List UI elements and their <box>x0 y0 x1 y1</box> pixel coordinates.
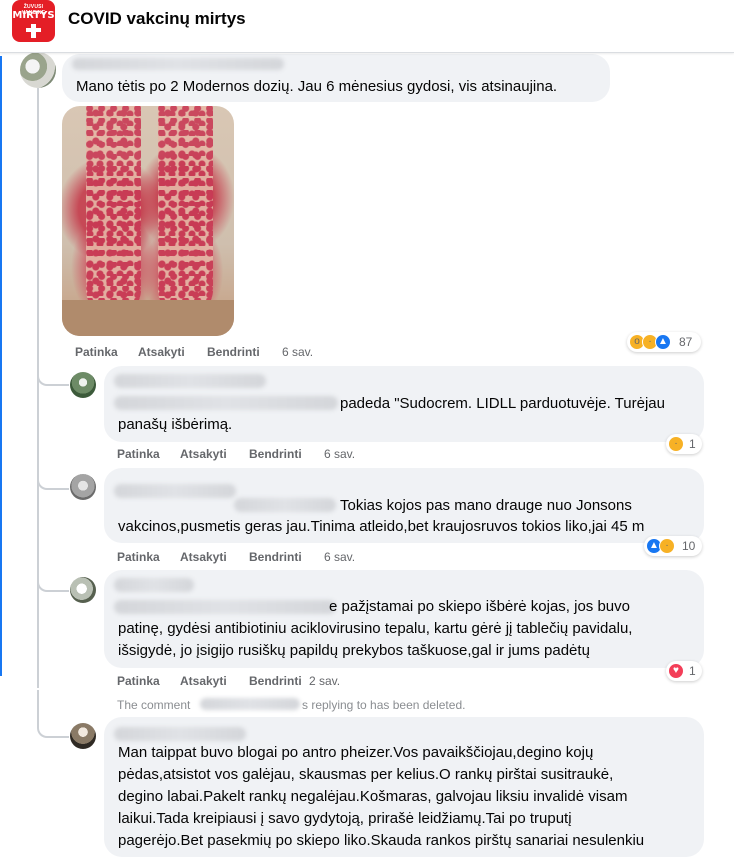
blurred-author-name[interactable] <box>114 578 194 592</box>
comment-actions: Patinka Atsakyti Bendrinti 6 sav. <box>117 447 417 463</box>
blurred-name <box>200 698 300 710</box>
reaction-summary[interactable]: · 1 <box>666 434 702 454</box>
reply-button[interactable]: Atsakyti <box>180 447 227 461</box>
thread-line <box>37 88 39 688</box>
reaction-count: 1 <box>689 664 696 678</box>
comment-text: degino labai.Pakelt rankų negalėjau.Košm… <box>118 788 628 805</box>
reaction-summary[interactable]: ▲ · 10 <box>644 536 702 556</box>
blurred-author-name[interactable] <box>72 58 284 70</box>
comment-bubble: Man taippat buvo blogai po antro pheizer… <box>104 717 704 857</box>
comment-text: e pažįstamai po skiepo išbėrė kojas, jos… <box>329 598 630 615</box>
comment-text: laikui.Tada kreipiausi į savo gydytoją, … <box>118 810 572 827</box>
reaction-summary[interactable]: o · ▲ 87 <box>627 332 701 352</box>
blurred-author-name[interactable] <box>114 727 246 741</box>
reply-button[interactable]: Atsakyti <box>138 345 185 359</box>
sad-icon: · <box>668 436 684 452</box>
share-button[interactable]: Bendrinti <box>249 550 302 564</box>
comment-time[interactable]: 2 sav. <box>309 674 340 688</box>
reply-button[interactable]: Atsakyti <box>180 674 227 688</box>
photo-leg <box>158 106 213 316</box>
comment-text: patinę, gydėsi antibiotiniu aciklovirusi… <box>118 620 633 637</box>
like-icon: ▲ <box>655 334 671 350</box>
group-header: ŽUVUSI VAKCINE MIRTYS COVID vakcinų mirt… <box>0 0 734 53</box>
share-button[interactable]: Bendrinti <box>249 447 302 461</box>
thread-hook <box>37 690 69 738</box>
deleted-notice-suffix: s replying to has been deleted. <box>302 698 466 712</box>
avatar[interactable] <box>70 474 96 500</box>
like-button[interactable]: Patinka <box>117 674 160 688</box>
blurred-author-name[interactable] <box>114 374 266 388</box>
reaction-count: 10 <box>682 539 696 553</box>
avatar[interactable] <box>70 372 96 398</box>
share-button[interactable]: Bendrinti <box>249 674 302 688</box>
group-title[interactable]: COVID vakcinų mirtys <box>68 9 246 29</box>
comment-bubble: padeda "Sudocrem. LIDLL parduotuvėje. Tu… <box>104 366 704 442</box>
comment-bubble: e pažįstamai po skiepo išbėrė kojas, jos… <box>104 570 704 668</box>
comment-time[interactable]: 6 sav. <box>282 345 313 359</box>
logo-main-text: MIRTYS <box>12 10 55 21</box>
reply-button[interactable]: Atsakyti <box>180 550 227 564</box>
comment-bubble: Mano tėtis po 2 Modernos dozių. Jau 6 mė… <box>62 54 610 102</box>
avatar[interactable] <box>20 52 56 88</box>
comment-actions: Patinka Atsakyti Bendrinti 2 sav. <box>117 674 417 690</box>
reaction-summary[interactable]: ♥ 1 <box>666 661 702 681</box>
sad-icon: · <box>659 538 675 554</box>
like-button[interactable]: Patinka <box>117 447 160 461</box>
reaction-count: 87 <box>679 335 693 349</box>
comment-actions: Patinka Atsakyti Bendrinti 6 sav. <box>75 345 375 361</box>
like-button[interactable]: Patinka <box>75 345 118 359</box>
comment-time[interactable]: 6 sav. <box>324 447 355 461</box>
comment-text: išsigydė, jo įsigijo rusiškų papildų pre… <box>118 642 590 659</box>
photo-leg <box>86 106 141 316</box>
comment-text: pėdas,atsistot vos galėjau, skausmas per… <box>118 766 614 783</box>
comment-text: Man taippat buvo blogai po antro pheizer… <box>118 744 594 761</box>
group-logo[interactable]: ŽUVUSI VAKCINE MIRTYS <box>12 0 55 42</box>
thread-highlight <box>0 56 2 676</box>
like-button[interactable]: Patinka <box>117 550 160 564</box>
blurred-text <box>234 498 336 512</box>
love-icon: ♥ <box>668 663 684 679</box>
blurred-text <box>114 396 338 410</box>
comment-text: Tokias kojos pas mano drauge nuo Jonsons <box>340 497 632 514</box>
comment-time[interactable]: 6 sav. <box>324 550 355 564</box>
avatar[interactable] <box>70 577 96 603</box>
photo-floor <box>62 300 234 336</box>
comment-text: padeda "Sudocrem. LIDLL parduotuvėje. Tu… <box>340 395 665 412</box>
thread-hook <box>37 560 69 592</box>
comment-text: Mano tėtis po 2 Modernos dozių. Jau 6 mė… <box>76 78 558 95</box>
comment-photo[interactable] <box>62 106 234 336</box>
deleted-notice-prefix: The comment <box>117 698 191 712</box>
thread-hook <box>37 350 69 386</box>
blurred-author-name[interactable] <box>114 484 236 498</box>
comment-text: pagerėjo.Bet pasekmių po skiepo liko.Ska… <box>118 832 645 849</box>
reaction-count: 1 <box>689 437 696 451</box>
thread-hook <box>37 455 69 490</box>
avatar[interactable] <box>70 723 96 749</box>
comment-text: vakcinos,pusmetis geras jau.Tinima atlei… <box>118 518 645 535</box>
cross-icon-bar <box>26 28 41 32</box>
blurred-text <box>114 600 336 614</box>
share-button[interactable]: Bendrinti <box>207 345 260 359</box>
comment-actions: Patinka Atsakyti Bendrinti 6 sav. <box>117 550 417 566</box>
comment-bubble: Tokias kojos pas mano drauge nuo Jonsons… <box>104 468 704 543</box>
comment-text: panašų išbėrimą. <box>118 416 233 433</box>
